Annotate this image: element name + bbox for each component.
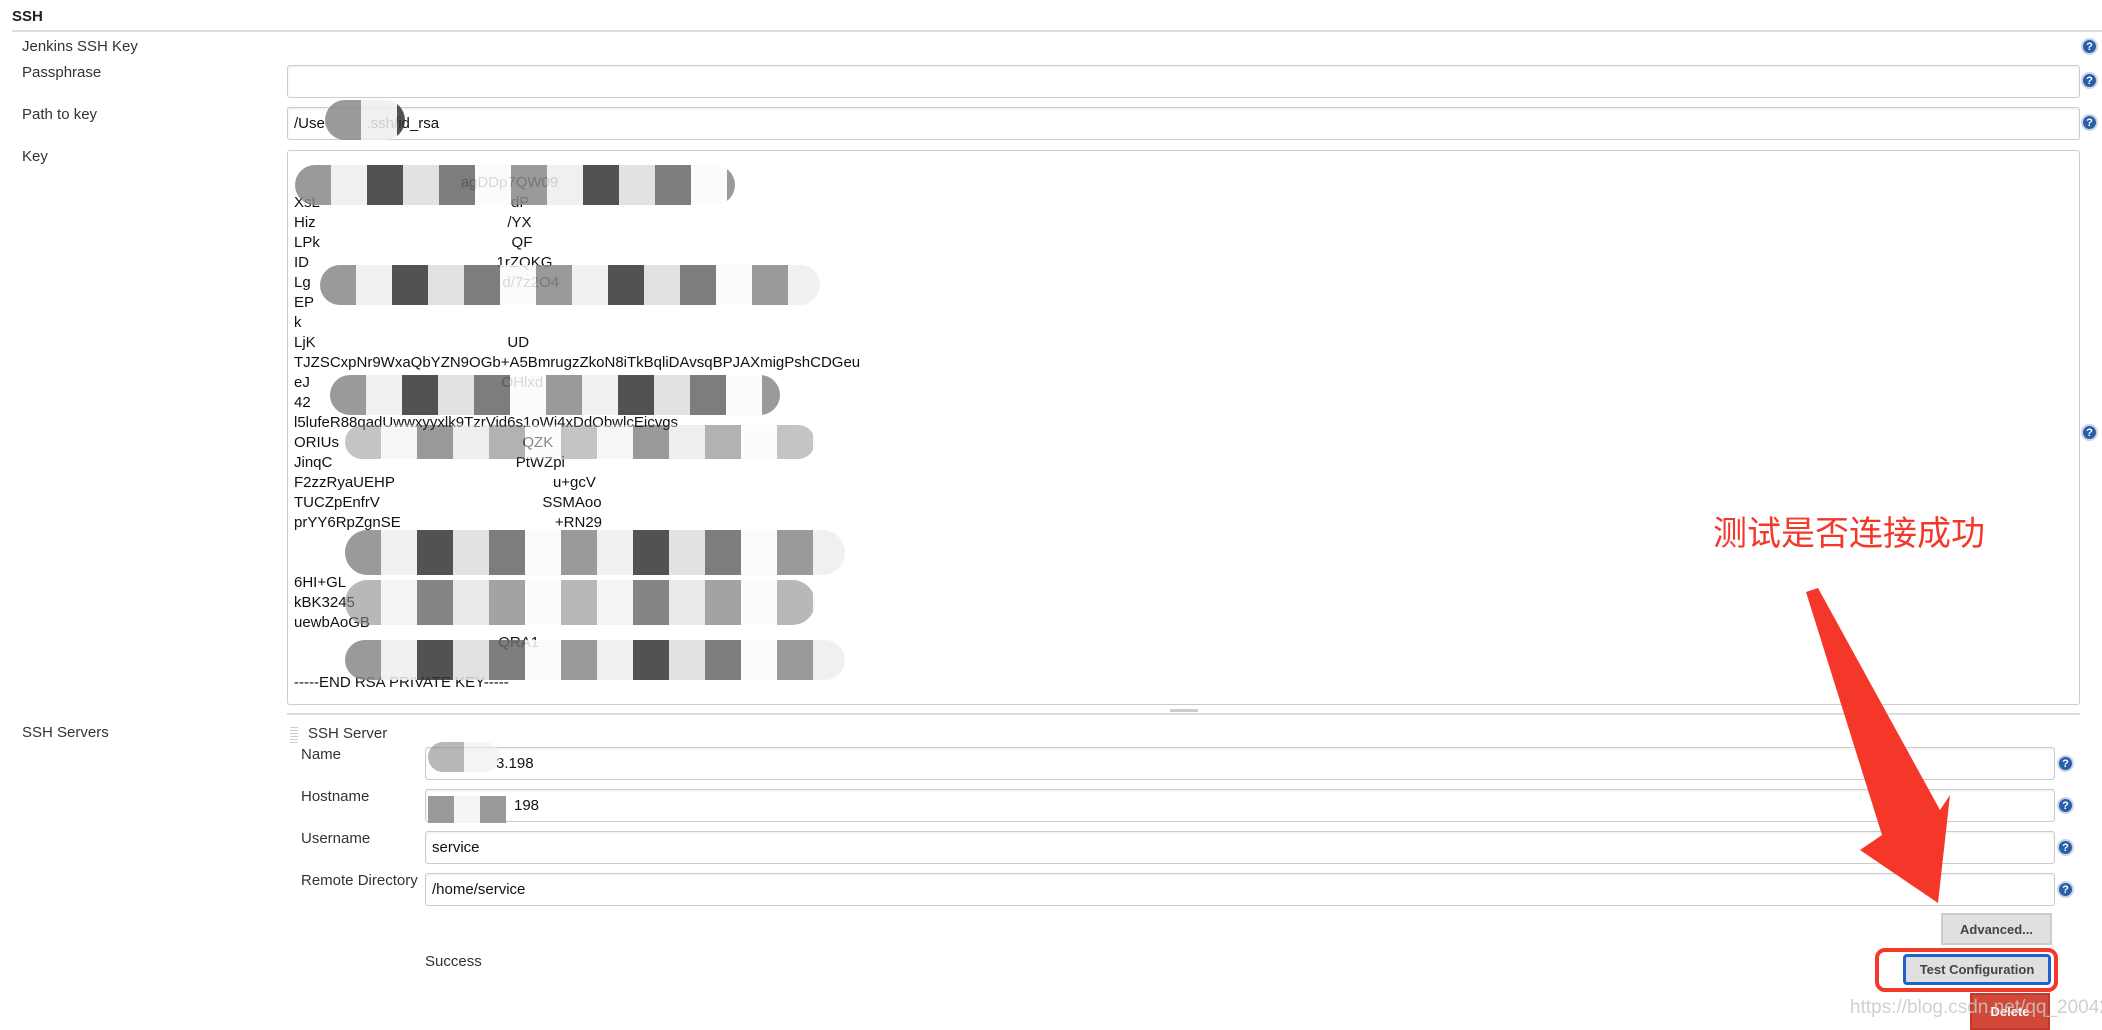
help-icon[interactable]: ? bbox=[2057, 881, 2074, 898]
ssh-server-title: SSH Server bbox=[308, 725, 388, 742]
key-line: TJZSCxpNr9WxaQbYZN9OGb+A5BmrugzZkoN8iTkB… bbox=[294, 354, 861, 371]
resize-handle[interactable] bbox=[1170, 709, 1198, 712]
redaction-mosaic bbox=[428, 796, 506, 823]
redaction-mosaic bbox=[320, 265, 820, 305]
help-icon[interactable]: ? bbox=[2057, 839, 2074, 856]
redaction-mosaic bbox=[428, 742, 500, 772]
help-icon[interactable]: ? bbox=[2081, 424, 2098, 441]
annotation-highlight-box bbox=[1875, 948, 2058, 992]
path-to-key-label: Path to key bbox=[22, 106, 98, 123]
help-icon[interactable]: ? bbox=[2057, 755, 2074, 772]
annotation-arrow-icon bbox=[1806, 588, 1950, 903]
key-line: k bbox=[294, 314, 302, 331]
hostname-label: Hostname bbox=[301, 788, 370, 805]
ssh-servers-label: SSH Servers bbox=[22, 724, 109, 741]
divider bbox=[12, 30, 2102, 32]
redaction-mosaic bbox=[325, 100, 405, 140]
redaction-mosaic bbox=[345, 580, 815, 625]
redaction-mosaic bbox=[295, 165, 735, 205]
key-line: F2zzRyaUEHP u+gcV bbox=[294, 474, 596, 491]
name-label: Name bbox=[301, 746, 342, 763]
watermark: https://blog.csdn.net/qq_20042935 bbox=[1850, 997, 2102, 1018]
help-icon[interactable]: ? bbox=[2081, 38, 2098, 55]
annotation-text: 测试是否连接成功 bbox=[1713, 515, 1985, 553]
redaction-mosaic bbox=[345, 530, 845, 575]
username-label: Username bbox=[301, 830, 371, 847]
passphrase-input[interactable] bbox=[287, 65, 2080, 98]
remote-directory-label: Remote Directory bbox=[301, 872, 418, 889]
drag-handle[interactable] bbox=[290, 727, 298, 743]
key-line: LPk QF bbox=[294, 234, 533, 251]
redaction-mosaic bbox=[345, 640, 845, 680]
section-title: SSH bbox=[12, 8, 43, 25]
help-icon[interactable]: ? bbox=[2081, 72, 2098, 89]
test-status-text: Success bbox=[425, 953, 482, 970]
passphrase-label: Passphrase bbox=[22, 64, 102, 81]
jenkins-ssh-key-label: Jenkins SSH Key bbox=[22, 38, 138, 55]
redaction-mosaic bbox=[330, 375, 780, 415]
help-icon[interactable]: ? bbox=[2081, 114, 2098, 131]
redaction-mosaic bbox=[345, 425, 815, 459]
path-to-key-input[interactable]: /Use .ssh/id_rsa bbox=[287, 107, 2080, 140]
key-line: LjK UD bbox=[294, 334, 530, 351]
help-icon[interactable]: ? bbox=[2057, 797, 2074, 814]
key-line: Hiz /YX bbox=[294, 214, 532, 231]
key-label: Key bbox=[22, 148, 48, 165]
